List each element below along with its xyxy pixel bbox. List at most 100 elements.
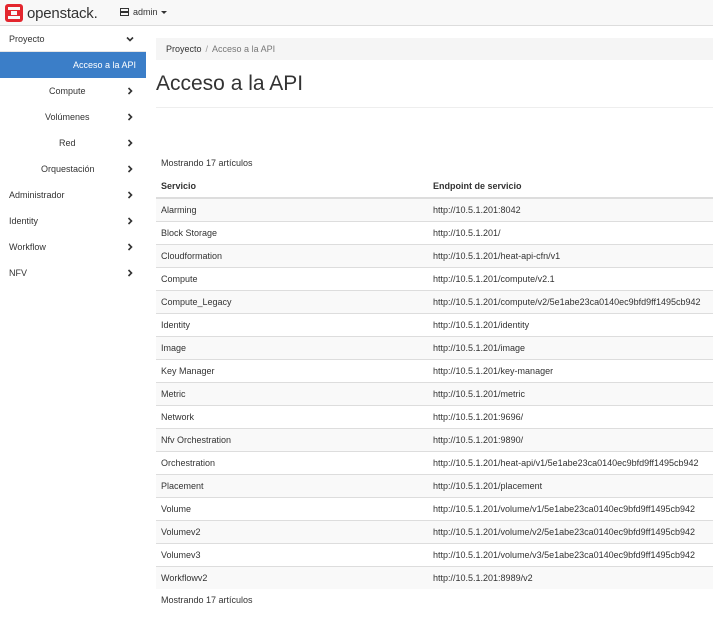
cell-service-name: Alarming — [156, 197, 428, 222]
table-row: Nfv Orchestration http://10.5.1.201:9890/ — [156, 428, 713, 452]
table-body: Alarming http://10.5.1.201:8042 Block Stor… — [156, 197, 713, 589]
item-count-bottom: Mostrando 17 artículos — [161, 595, 253, 605]
cell-service-name: Volumev3 — [156, 543, 428, 567]
item-count-top: Mostrando 17 artículos — [161, 158, 253, 168]
cell-service-endpoint: http://10.5.1.201:8042 — [428, 197, 713, 222]
column-header-servicio[interactable]: Servicio — [156, 175, 428, 199]
chevron-right-icon — [127, 243, 133, 251]
table-row: Key Manager http://10.5.1.201/key-manager — [156, 359, 713, 383]
cell-service-name: Block Storage — [156, 221, 428, 245]
sidebar-item-label: Workflow — [9, 242, 46, 252]
table-row: Orchestration http://10.5.1.201/heat-api/… — [156, 451, 713, 475]
sidebar-item-label: Red — [59, 138, 76, 148]
breadcrumb-item-current: Acceso a la API — [212, 44, 276, 54]
sidebar-item-volumenes[interactable]: Volúmenes — [0, 104, 146, 130]
project-menu-dropdown[interactable]: admin — [120, 7, 167, 17]
sidebar-item-label: NFV — [9, 268, 27, 278]
table-row: Compute_Legacy http://10.5.1.201/compute/… — [156, 290, 713, 314]
cell-service-endpoint: http://10.5.1.201/heat-api/v1/5e1abe23ca… — [428, 451, 713, 475]
cell-service-endpoint: http://10.5.1.201/compute/v2.1 — [428, 267, 713, 291]
cell-service-endpoint: http://10.5.1.201/volume/v1/5e1abe23ca01… — [428, 497, 713, 521]
sidebar-item-acceso-api[interactable]: Acceso a la API — [0, 52, 146, 78]
cell-service-name: Network — [156, 405, 428, 429]
cell-service-endpoint: http://10.5.1.201/metric — [428, 382, 713, 406]
table-row: Block Storage http://10.5.1.201/ — [156, 221, 713, 245]
table-row: Metric http://10.5.1.201/metric — [156, 382, 713, 406]
column-header-endpoint[interactable]: Endpoint de servicio — [428, 175, 713, 199]
cell-service-name: Identity — [156, 313, 428, 337]
chevron-right-icon — [127, 191, 133, 199]
cell-service-name: Metric — [156, 382, 428, 406]
cell-service-name: Compute — [156, 267, 428, 291]
cell-service-endpoint: http://10.5.1.201/identity — [428, 313, 713, 337]
cell-service-name: Cloudformation — [156, 244, 428, 268]
sidebar-item-proyecto[interactable]: Proyecto — [0, 26, 146, 52]
cell-service-endpoint: http://10.5.1.201/ — [428, 221, 713, 245]
table-row: Placement http://10.5.1.201/placement — [156, 474, 713, 498]
table-row: Volumev2 http://10.5.1.201/volume/v2/5e1a… — [156, 520, 713, 544]
openstack-logo[interactable]: openstack. — [5, 4, 98, 22]
sidebar-item-label: Compute — [49, 86, 86, 96]
breadcrumb-separator: / — [205, 44, 209, 54]
sidebar-item-label: Identity — [9, 216, 39, 226]
cell-service-name: Key Manager — [156, 359, 428, 383]
table-row: Volumev3 http://10.5.1.201/volume/v3/5e1a… — [156, 543, 713, 567]
table-row: Network http://10.5.1.201:9696/ — [156, 405, 713, 429]
table-header-row: Servicio Endpoint de servicio — [156, 175, 713, 199]
main-content: Proyecto / Acceso a la API Acceso a la A… — [156, 26, 713, 619]
sidebar-item-identity[interactable]: Identity — [0, 208, 146, 234]
sidebar-item-label: Proyecto — [9, 34, 45, 44]
project-menu-label: admin — [133, 7, 158, 17]
breadcrumb: Proyecto / Acceso a la API — [156, 38, 713, 60]
server-icon — [120, 8, 129, 16]
chevron-right-icon — [127, 269, 133, 277]
sidebar-item-workflow[interactable]: Workflow — [0, 234, 146, 260]
cell-service-endpoint: http://10.5.1.201/volume/v2/5e1abe23ca01… — [428, 520, 713, 544]
sidebar-item-compute[interactable]: Compute — [0, 78, 146, 104]
sidebar-item-label: Administrador — [9, 190, 65, 200]
sidebar-item-red[interactable]: Red — [0, 130, 146, 156]
cell-service-name: Workflowv2 — [156, 566, 428, 589]
cell-service-endpoint: http://10.5.1.201:9890/ — [428, 428, 713, 452]
cell-service-endpoint: http://10.5.1.201:8989/v2 — [428, 566, 713, 589]
sidebar-item-nfv[interactable]: NFV — [0, 260, 146, 286]
chevron-right-icon — [127, 139, 133, 147]
table-row: Workflowv2 http://10.5.1.201:8989/v2 — [156, 566, 713, 589]
sidebar-item-label: Volúmenes — [45, 112, 90, 122]
cell-service-name: Volumev2 — [156, 520, 428, 544]
chevron-right-icon — [127, 165, 133, 173]
cell-service-name: Orchestration — [156, 451, 428, 475]
sidebar-item-orquestacion[interactable]: Orquestación — [0, 156, 146, 182]
cell-service-name: Image — [156, 336, 428, 360]
cell-service-name: Nfv Orchestration — [156, 428, 428, 452]
sidebar-item-label: Orquestación — [41, 164, 95, 174]
table-row: Volume http://10.5.1.201/volume/v1/5e1abe… — [156, 497, 713, 521]
cell-service-endpoint: http://10.5.1.201/key-manager — [428, 359, 713, 383]
cell-service-endpoint: http://10.5.1.201/image — [428, 336, 713, 360]
table-row: Alarming http://10.5.1.201:8042 — [156, 197, 713, 222]
sidebar-item-administrador[interactable]: Administrador — [0, 182, 146, 208]
cell-service-name: Compute_Legacy — [156, 290, 428, 314]
table-row: Cloudformation http://10.5.1.201/heat-api… — [156, 244, 713, 268]
cell-service-endpoint: http://10.5.1.201/placement — [428, 474, 713, 498]
cell-service-name: Placement — [156, 474, 428, 498]
table-row: Image http://10.5.1.201/image — [156, 336, 713, 360]
title-divider — [156, 107, 713, 108]
top-navbar: openstack. admin — [0, 0, 713, 26]
sidebar-item-label: Acceso a la API — [72, 60, 136, 70]
page-title: Acceso a la API — [156, 72, 304, 95]
openstack-logo-icon — [5, 4, 23, 22]
cell-service-name: Volume — [156, 497, 428, 521]
cell-service-endpoint: http://10.5.1.201/heat-api-cfn/v1 — [428, 244, 713, 268]
cell-service-endpoint: http://10.5.1.201/volume/v3/5e1abe23ca01… — [428, 543, 713, 567]
chevron-down-icon — [126, 36, 134, 42]
chevron-right-icon — [127, 217, 133, 225]
chevron-right-icon — [127, 87, 133, 95]
sidebar: Proyecto Acceso a la API Compute Volúmen… — [0, 26, 146, 619]
cell-service-endpoint: http://10.5.1.201/compute/v2/5e1abe23ca0… — [428, 290, 713, 314]
breadcrumb-item-proyecto[interactable]: Proyecto — [166, 44, 202, 54]
table-row: Identity http://10.5.1.201/identity — [156, 313, 713, 337]
api-endpoints-table: Servicio Endpoint de servicio Alarming ht… — [156, 175, 713, 589]
cell-service-endpoint: http://10.5.1.201:9696/ — [428, 405, 713, 429]
chevron-right-icon — [127, 113, 133, 121]
